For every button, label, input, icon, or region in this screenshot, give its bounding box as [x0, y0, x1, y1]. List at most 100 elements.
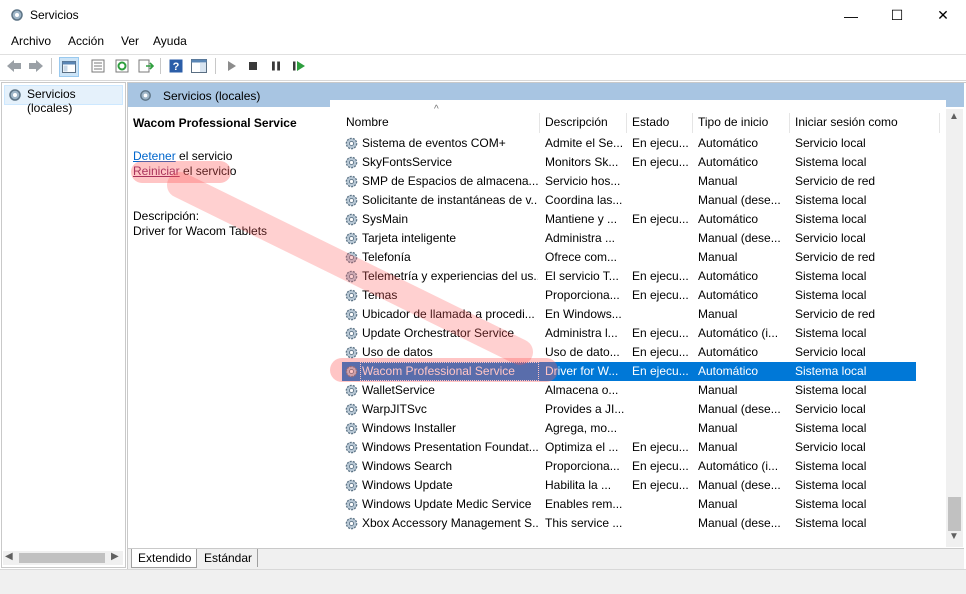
service-name: SysMain: [362, 212, 409, 226]
column-header-descripcion[interactable]: Descripción: [540, 113, 627, 133]
service-description: Administra ...: [545, 231, 616, 245]
tab-extendido[interactable]: Extendido: [131, 549, 197, 568]
service-row[interactable]: Tarjeta inteligente Administra ... Manual …: [342, 229, 916, 248]
service-description: Mantiene y ...: [545, 212, 618, 226]
maximize-button[interactable]: ☐: [874, 0, 920, 31]
service-row[interactable]: Xbox Accessory Management S... This servi…: [342, 514, 916, 533]
service-row[interactable]: Update Orchestrator Service Administra l.…: [342, 324, 916, 343]
service-description: Proporciona...: [545, 288, 620, 302]
service-row[interactable]: Windows Update Habilita la ... En ejecu...…: [342, 476, 916, 495]
scrollbar-thumb[interactable]: [19, 553, 105, 563]
service-row[interactable]: Ubicador de llamada a procedi... En Windo…: [342, 305, 916, 324]
service-status: En ejecu...: [632, 288, 689, 302]
service-status: [632, 172, 690, 191]
services-gear-icon: [11, 9, 23, 21]
properties-icon[interactable]: [89, 57, 107, 75]
service-name: Xbox Accessory Management S...: [362, 516, 538, 530]
pane-header-title: Servicios (locales): [163, 89, 261, 103]
vertical-scrollbar[interactable]: ▲ ▼: [946, 109, 963, 547]
service-gear-icon: [345, 156, 358, 169]
scroll-up-icon[interactable]: ▲: [949, 111, 959, 122]
scroll-right-icon[interactable]: ▶: [111, 551, 119, 562]
service-row[interactable]: Windows Update Medic Service Enables rem.…: [342, 495, 916, 514]
restart-service-icon[interactable]: [290, 57, 308, 75]
service-name: Solicitante de instantáneas de v...: [362, 193, 538, 207]
service-startup-type: Manual: [698, 307, 738, 321]
service-description: Monitors Sk...: [545, 155, 619, 169]
show-hide-action-pane-icon[interactable]: [190, 57, 208, 75]
service-row[interactable]: Windows Installer Agrega, mo... Manual Sist…: [342, 419, 916, 438]
menu-ver[interactable]: Ver: [121, 34, 139, 48]
service-status: [632, 514, 690, 533]
tree-item-servicios-locales[interactable]: Servicios (locales): [4, 85, 123, 115]
service-row[interactable]: Sistema de eventos COM+ Admite el Se... En…: [342, 134, 916, 153]
tree-horizontal-scrollbar[interactable]: ◀ ▶: [3, 551, 123, 565]
service-row[interactable]: Uso de datos Uso de dato... En ejecu... Aut…: [342, 343, 916, 362]
service-row[interactable]: Solicitante de instantáneas de v... Coord…: [342, 191, 916, 210]
toolbar-separator: [215, 58, 216, 74]
service-row[interactable]: WalletService Almacena o... Manual Sistema …: [342, 381, 916, 400]
service-name: Ubicador de llamada a procedi...: [362, 307, 535, 321]
close-button[interactable]: ✕: [920, 0, 966, 31]
tab-estandar[interactable]: Estándar: [197, 549, 258, 567]
service-logon-as: Sistema local: [795, 459, 867, 473]
refresh-icon[interactable]: [113, 57, 131, 75]
service-status: En ejecu...: [632, 269, 689, 283]
service-status: [632, 191, 690, 210]
service-name: Windows Update: [362, 478, 453, 492]
service-status: [632, 381, 690, 400]
scrollbar-thumb[interactable]: [948, 497, 961, 531]
service-name: WarpJITSvc: [362, 402, 427, 416]
service-name: Windows Presentation Foundat...: [362, 440, 538, 454]
start-service-icon[interactable]: [222, 57, 240, 75]
column-header-estado[interactable]: Estado: [627, 113, 693, 133]
service-gear-icon: [345, 346, 358, 359]
service-row[interactable]: SkyFontsService Monitors Sk... En ejecu...…: [342, 153, 916, 172]
service-description: Driver for W...: [545, 364, 619, 378]
service-startup-type: Automático: [698, 136, 759, 150]
forward-icon[interactable]: [27, 57, 45, 75]
service-description: Admite el Se...: [545, 136, 624, 150]
service-row[interactable]: WarpJITSvc Provides a JI... Manual (dese..…: [342, 400, 916, 419]
service-name: Windows Search: [362, 459, 453, 473]
pause-service-icon[interactable]: [267, 57, 285, 75]
service-row[interactable]: Windows Search Proporciona... En ejecu... A…: [342, 457, 916, 476]
service-gear-icon: [345, 498, 358, 511]
console-tree-icon[interactable]: [59, 57, 79, 77]
service-description: Optimiza el ...: [545, 440, 619, 454]
service-logon-as: Sistema local: [795, 497, 867, 511]
service-status: En ejecu...: [632, 136, 689, 150]
service-name: Update Orchestrator Service: [362, 326, 515, 340]
service-row[interactable]: Wacom Professional Service Driver for W..…: [342, 362, 916, 381]
service-row[interactable]: SysMain Mantiene y ... En ejecu... Automáti…: [342, 210, 916, 229]
service-row[interactable]: SMP de Espacios de almacena... Servicio h…: [342, 172, 916, 191]
column-header-tipo-inicio[interactable]: Tipo de inicio: [693, 113, 790, 133]
service-startup-type: Manual (dese...: [698, 231, 781, 245]
service-description: Coordina las...: [545, 193, 623, 207]
scroll-left-icon[interactable]: ◀: [5, 551, 13, 562]
scroll-down-icon[interactable]: ▼: [949, 531, 959, 542]
service-row[interactable]: Telefonía Ofrece com... Manual Servicio de …: [342, 248, 916, 267]
service-logon-as: Servicio local: [795, 136, 866, 150]
column-header-iniciar-sesion[interactable]: Iniciar sesión como: [790, 113, 940, 133]
column-header-nombre[interactable]: Nombre: [341, 113, 540, 133]
stop-service-icon[interactable]: [244, 57, 262, 75]
service-row[interactable]: Windows Presentation Foundat... Optimiza …: [342, 438, 916, 457]
menu-ayuda[interactable]: Ayuda: [153, 34, 187, 48]
restart-service-link[interactable]: Reiniciar: [133, 164, 180, 178]
service-gear-icon: [345, 308, 358, 321]
service-description: Habilita la ...: [545, 478, 612, 492]
service-logon-as: Sistema local: [795, 478, 867, 492]
service-row[interactable]: Temas Proporciona... En ejecu... Automático…: [342, 286, 916, 305]
export-list-icon[interactable]: [137, 57, 155, 75]
menu-archivo[interactable]: Archivo: [11, 34, 51, 48]
stop-service-link[interactable]: Detener: [133, 149, 176, 163]
service-startup-type: Manual: [698, 383, 738, 397]
service-row[interactable]: Telemetría y experiencias del us... El se…: [342, 267, 916, 286]
back-icon[interactable]: [5, 57, 23, 75]
help-icon[interactable]: ?: [167, 57, 185, 75]
service-status: En ejecu...: [632, 345, 689, 359]
menu-accion[interactable]: Acción: [68, 34, 104, 48]
service-name: WalletService: [362, 383, 435, 397]
minimize-button[interactable]: —: [828, 0, 874, 31]
